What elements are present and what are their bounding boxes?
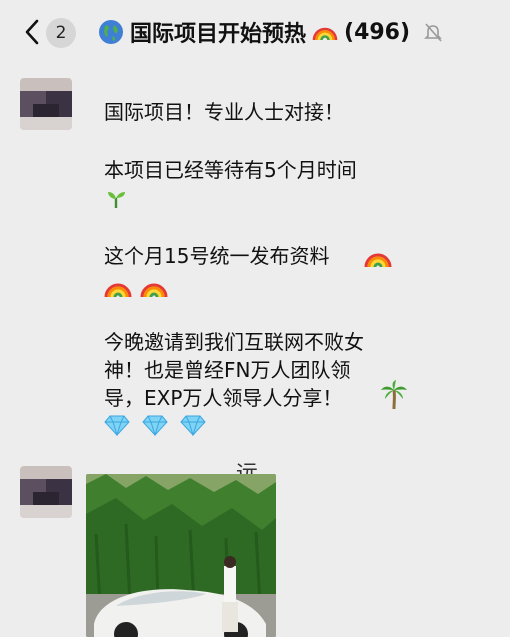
muted-bell-icon [424, 23, 442, 42]
diamond-icon [142, 415, 168, 436]
chat-title[interactable]: 国际项目开始预热 (496) [98, 14, 444, 50]
message-line: 这个月15号统一发布资料 [104, 244, 330, 268]
rainbow-icon [104, 283, 132, 298]
message-line: 国际项目！专业人士对接！ [104, 100, 344, 124]
globe-icon [99, 20, 123, 44]
diamond-icon [104, 415, 130, 436]
rainbow-icon [364, 253, 392, 268]
chat-header: 2 国际项目开始预热 (496) [0, 0, 510, 64]
chevron-left-icon [25, 19, 39, 45]
seedling-icon [104, 186, 128, 214]
avatar[interactable] [20, 78, 72, 130]
diamond-icon [180, 415, 206, 436]
message-line: 导，EXP万人领导人分享！ [104, 386, 343, 410]
message-line: 神！也是曾经FN万人团队领 [104, 358, 351, 382]
message-line: 今晚邀请到我们互联网不败女 [104, 330, 364, 354]
member-count: (496) [344, 19, 411, 45]
rainbow-icon [140, 283, 168, 298]
message-line: 本项目已经等待有5个月时间 [104, 158, 357, 182]
image-message[interactable] [86, 474, 276, 637]
avatar[interactable] [20, 466, 72, 518]
chat-title-text: 国际项目开始预热 [130, 22, 307, 47]
chat-message-list[interactable]: 国际项目！专业人士对接！ 本项目已经等待有5个月时间 这个月15号统一发布资料 … [0, 64, 510, 637]
unread-count-badge[interactable]: 2 [46, 18, 76, 48]
back-button[interactable] [18, 16, 46, 48]
palm-tree-icon [381, 380, 407, 410]
rainbow-icon [312, 27, 338, 41]
